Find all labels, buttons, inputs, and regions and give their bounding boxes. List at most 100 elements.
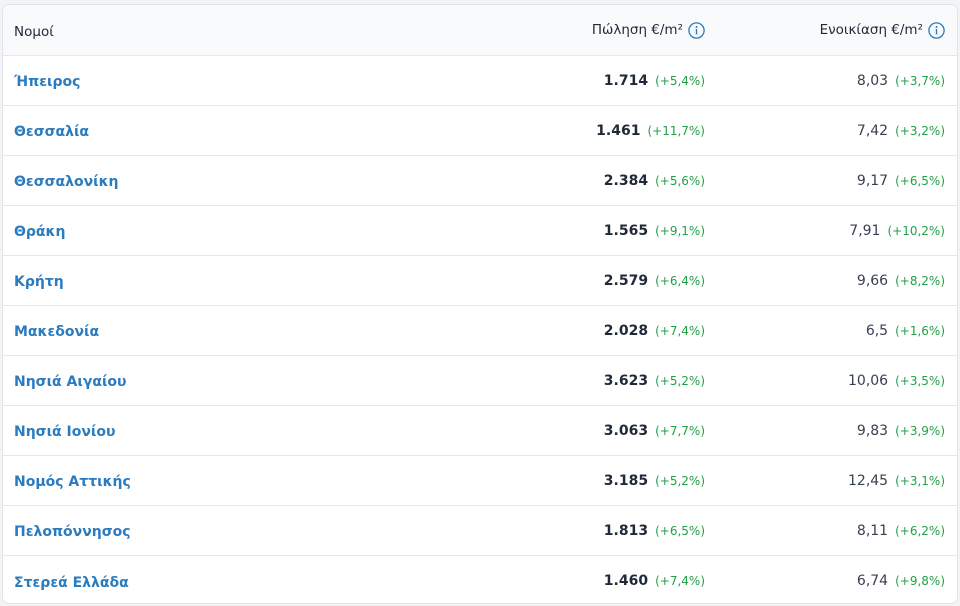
sale-cell: 2.384 (+5,6%) (345, 173, 705, 189)
table-row: Θράκη 1.565 (+9,1%) 7,91 (+10,2%) (3, 206, 957, 256)
table-row: Θεσσαλία 1.461 (+11,7%) 7,42 (+3,2%) (3, 106, 957, 156)
table-row: Θεσσαλονίκη 2.384 (+5,6%) 9,17 (+6,5%) (3, 156, 957, 206)
sale-price: 1.565 (603, 222, 649, 239)
rent-change: (+8,2%) (895, 273, 945, 288)
table-row: Μακεδονία 2.028 (+7,4%) 6,5 (+1,6%) (3, 306, 957, 356)
sale-price: 2.384 (603, 172, 649, 189)
rent-price: 12,45 (848, 472, 889, 489)
sale-change: (+7,4%) (655, 323, 705, 338)
rent-change: (+3,2%) (895, 123, 945, 138)
rent-cell: 7,42 (+3,2%) (705, 123, 945, 139)
sale-cell: 3.185 (+5,2%) (345, 473, 705, 489)
rent-cell: 9,83 (+3,9%) (705, 423, 945, 439)
table-row: Νομός Αττικής 3.185 (+5,2%) 12,45 (+3,1%) (3, 456, 957, 506)
region-link[interactable]: Θράκη (14, 224, 65, 240)
sale-price: 2.579 (603, 272, 649, 289)
region-cell: Νησιά Αιγαίου (14, 371, 345, 390)
region-link[interactable]: Πελοπόννησος (14, 524, 131, 540)
table-row: Πελοπόννησος 1.813 (+6,5%) 8,11 (+6,2%) (3, 506, 957, 556)
region-column-header: Νομοί (14, 21, 345, 40)
sale-cell: 3.063 (+7,7%) (345, 423, 705, 439)
rent-change: (+3,7%) (895, 73, 945, 88)
rent-price: 8,11 (856, 522, 889, 539)
region-cell: Στερεά Ελλάδα (14, 572, 345, 591)
region-link[interactable]: Κρήτη (14, 274, 64, 290)
sale-cell: 2.579 (+6,4%) (345, 273, 705, 289)
sale-change: (+6,4%) (655, 273, 705, 288)
region-link[interactable]: Στερεά Ελλάδα (14, 575, 129, 591)
sale-price: 3.063 (603, 422, 649, 439)
sale-price: 1.714 (603, 72, 649, 89)
rent-price: 7,42 (856, 122, 889, 139)
region-link[interactable]: Νομός Αττικής (14, 474, 131, 490)
rent-cell: 8,03 (+3,7%) (705, 73, 945, 89)
region-link[interactable]: Θεσσαλία (14, 124, 89, 140)
rent-change: (+9,8%) (895, 574, 945, 588)
rent-cell: 7,91 (+10,2%) (705, 223, 945, 239)
rent-change: (+3,5%) (895, 373, 945, 388)
sale-change: (+7,4%) (655, 574, 705, 588)
rent-price: 10,06 (848, 372, 889, 389)
sale-cell: 1.714 (+5,4%) (345, 73, 705, 89)
sale-cell: 2.028 (+7,4%) (345, 323, 705, 339)
region-cell: Μακεδονία (14, 321, 345, 340)
rent-price: 9,17 (856, 172, 889, 189)
sale-change: (+5,6%) (655, 173, 705, 188)
rent-change: (+1,6%) (895, 323, 945, 338)
rent-change: (+10,2%) (887, 223, 945, 238)
rent-cell: 9,66 (+8,2%) (705, 273, 945, 289)
rent-price: 8,03 (856, 72, 889, 89)
region-link[interactable]: Νησιά Αιγαίου (14, 374, 127, 390)
rent-price: 6,5 (865, 322, 889, 339)
sale-cell: 1.565 (+9,1%) (345, 223, 705, 239)
sale-cell: 3.623 (+5,2%) (345, 373, 705, 389)
sale-change: (+5,4%) (655, 73, 705, 88)
region-cell: Νομός Αττικής (14, 471, 345, 490)
region-cell: Πελοπόννησος (14, 521, 345, 540)
region-link[interactable]: Ήπειρος (14, 74, 80, 90)
sale-cell: 1.460 (+7,4%) (345, 573, 705, 589)
sale-price: 1.813 (603, 522, 649, 539)
sale-change: (+11,7%) (647, 123, 705, 138)
info-icon[interactable] (688, 21, 705, 39)
rent-change: (+3,1%) (895, 473, 945, 488)
table-row: Νησιά Αιγαίου 3.623 (+5,2%) 10,06 (+3,5%) (3, 356, 957, 406)
region-link[interactable]: Μακεδονία (14, 324, 99, 340)
sale-change: (+5,2%) (655, 473, 705, 488)
rent-cell: 8,11 (+6,2%) (705, 523, 945, 539)
rent-cell: 6,74 (+9,8%) (705, 573, 945, 589)
rent-cell: 10,06 (+3,5%) (705, 373, 945, 389)
sale-change: (+9,1%) (655, 223, 705, 238)
sale-price: 3.185 (603, 472, 649, 489)
rent-cell: 12,45 (+3,1%) (705, 473, 945, 489)
rent-cell: 6,5 (+1,6%) (705, 323, 945, 339)
region-cell: Κρήτη (14, 271, 345, 290)
rent-header-label: Ενοικίαση €/m² (819, 22, 923, 38)
sale-cell: 1.461 (+11,7%) (345, 123, 705, 139)
sale-price: 3.623 (603, 372, 649, 389)
rent-cell: 9,17 (+6,5%) (705, 173, 945, 189)
table-row: Κρήτη 2.579 (+6,4%) 9,66 (+8,2%) (3, 256, 957, 306)
rent-change: (+6,5%) (895, 173, 945, 188)
sale-header-label: Πώληση €/m² (591, 22, 683, 38)
sale-change: (+7,7%) (655, 423, 705, 438)
region-link[interactable]: Νησιά Ιονίου (14, 424, 115, 440)
region-cell: Θράκη (14, 221, 345, 240)
rent-change: (+3,9%) (895, 423, 945, 438)
info-icon[interactable] (928, 21, 945, 39)
rent-column-header: Ενοικίαση €/m² (705, 21, 945, 39)
region-cell: Θεσσαλία (14, 121, 345, 140)
table-row: Στερεά Ελλάδα 1.460 (+7,4%) 6,74 (+9,8%) (3, 556, 957, 603)
sale-price: 1.460 (603, 573, 649, 589)
rent-price: 7,91 (849, 222, 881, 239)
table-body: Ήπειρος 1.714 (+5,4%) 8,03 (+3,7%) Θεσσαλία 1.… (3, 56, 957, 603)
region-cell: Θεσσαλονίκη (14, 171, 345, 190)
sale-price: 2.028 (603, 322, 649, 339)
region-link[interactable]: Θεσσαλονίκη (14, 174, 119, 190)
rent-price: 6,74 (856, 573, 889, 589)
sale-cell: 1.813 (+6,5%) (345, 523, 705, 539)
rent-price: 9,83 (856, 422, 889, 439)
rent-price: 9,66 (856, 272, 889, 289)
table-row: Ήπειρος 1.714 (+5,4%) 8,03 (+3,7%) (3, 56, 957, 106)
table-row: Νησιά Ιονίου 3.063 (+7,7%) 9,83 (+3,9%) (3, 406, 957, 456)
